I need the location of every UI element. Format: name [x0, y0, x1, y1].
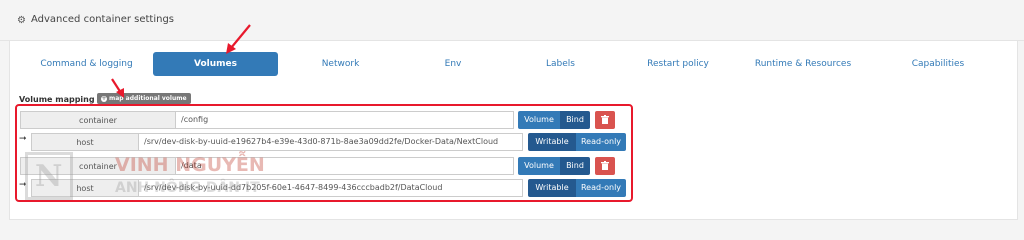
tab-runtime-resources[interactable]: Runtime & Resources: [738, 52, 868, 76]
tab-volumes[interactable]: Volumes: [153, 52, 278, 76]
volume-mapping-label: Volume mapping: [19, 95, 95, 104]
tab-capabilities[interactable]: Capabilities: [868, 52, 1008, 76]
tab-bar: Command & logging Volumes Network Env La…: [10, 52, 1017, 76]
watermark-line2: ANH NÔNG DÂN IT: [115, 180, 260, 196]
tab-env[interactable]: Env: [403, 52, 503, 76]
gear-icon: ⚙: [17, 15, 26, 26]
watermark-line1: VINH NGUYỄN: [115, 154, 265, 176]
section-title: Advanced container settings: [31, 14, 175, 25]
tab-network[interactable]: Network: [278, 52, 403, 76]
watermark: N VINH NGUYỄN ANH NÔNG DÂN IT: [25, 152, 265, 212]
tab-command-logging[interactable]: Command & logging: [19, 52, 154, 76]
plus-icon: +: [101, 95, 107, 102]
advanced-settings-header[interactable]: ⚙ Advanced container settings: [0, 0, 1024, 41]
annotation-arrow-icon: [226, 24, 251, 54]
annotation-arrow-icon: [111, 78, 124, 98]
watermark-logo: N: [25, 152, 73, 200]
tab-restart-policy[interactable]: Restart policy: [618, 52, 738, 76]
tab-labels[interactable]: Labels: [503, 52, 618, 76]
